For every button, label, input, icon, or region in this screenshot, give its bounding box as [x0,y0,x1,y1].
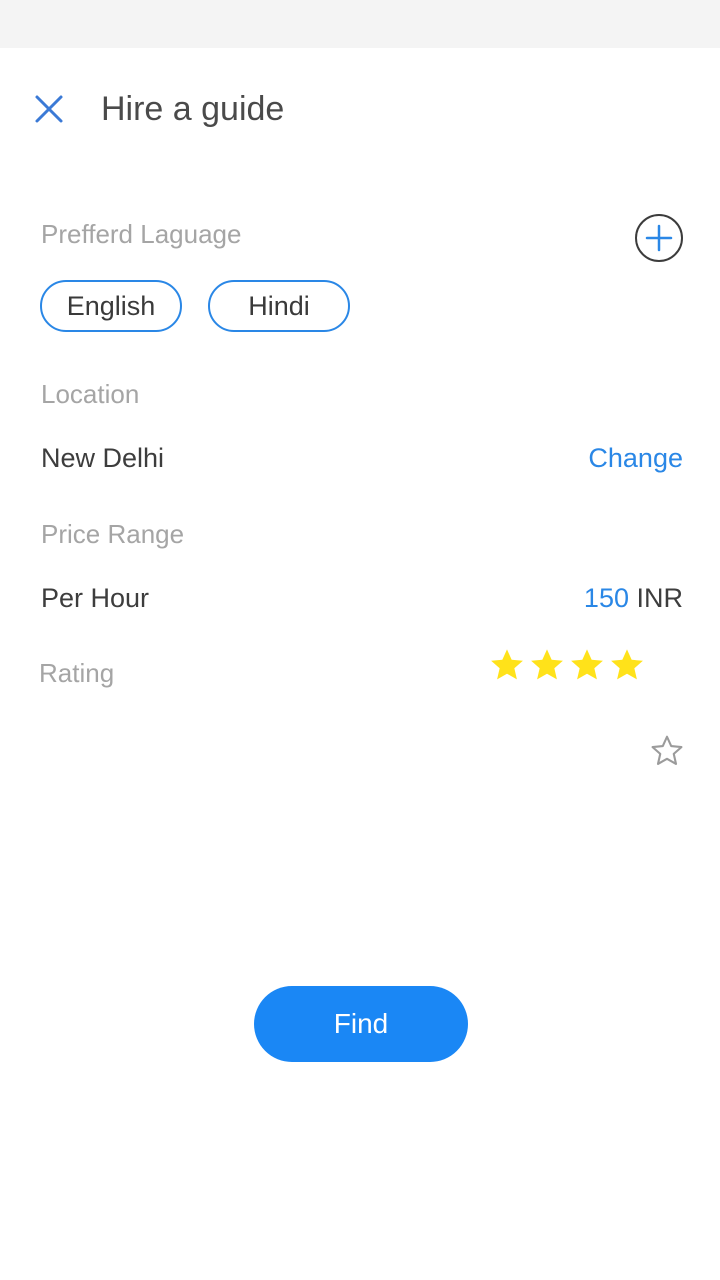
add-language-button[interactable] [635,214,683,262]
star-filled-icon[interactable] [609,647,645,683]
close-button[interactable] [30,90,68,128]
close-icon [35,95,63,123]
preferred-language-label: Prefferd Laguage [41,219,242,249]
star-filled-icon[interactable] [529,647,565,683]
price-unit-label: Per Hour [41,583,150,613]
plus-icon [645,224,673,252]
rating-label: Rating [39,658,115,688]
star-filled-icon[interactable] [489,647,525,683]
star-filled-icon[interactable] [569,647,605,683]
find-button[interactable]: Find [254,986,468,1062]
location-label: Location [41,379,140,409]
status-bar [0,0,720,48]
price-value[interactable]: 150 INR [584,581,683,615]
rating-stars[interactable] [489,647,645,683]
change-location-link[interactable]: Change [588,441,683,475]
language-chip-hindi[interactable]: Hindi [208,280,350,332]
price-currency: INR [636,583,684,613]
price-amount: 150 [583,583,629,613]
star-empty-icon[interactable] [649,733,685,769]
page-title: Hire a guide [101,90,285,128]
language-chip-english[interactable]: English [40,280,182,332]
location-value: New Delhi [41,443,165,473]
price-range-label: Price Range [41,519,185,549]
